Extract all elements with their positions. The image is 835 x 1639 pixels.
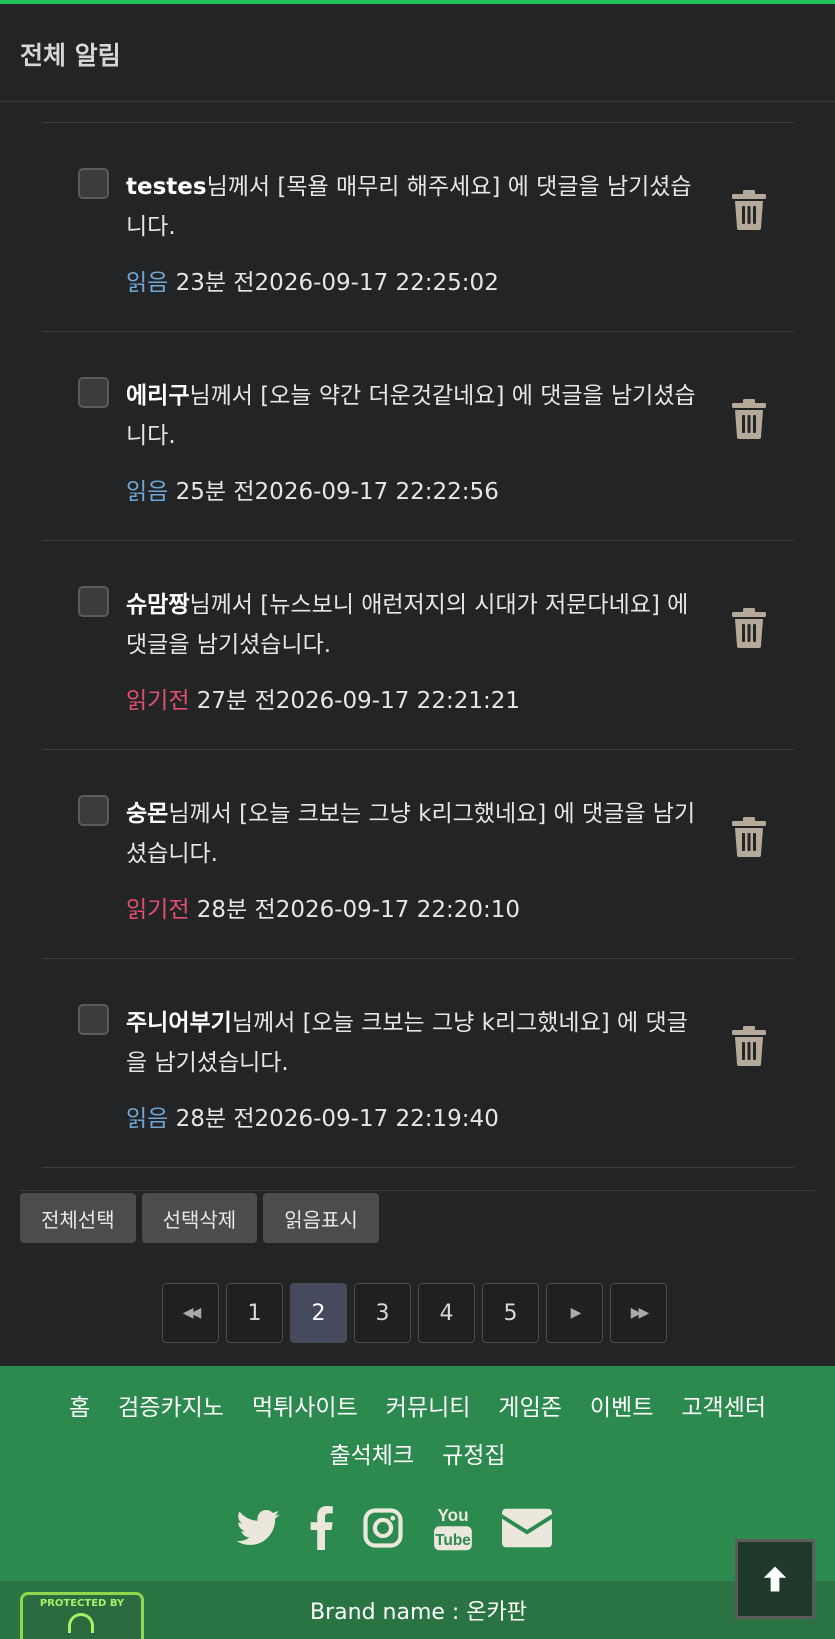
footer-link-rules[interactable]: 규정집 [442, 1443, 505, 1469]
notification-meta: 읽기전 28분 전2026-09-17 22:20:10 [126, 890, 520, 924]
notification-text: 님께서 [오늘 크보는 그냥 k리그했네요] 에 댓글을 남기셨습니다. [126, 801, 696, 867]
footer-link-game-zone[interactable]: 게임존 [498, 1395, 561, 1421]
site-footer: 홈 검증카지노 먹튀사이트 커뮤니티 게임존 이벤트 고객센터 출석체크 규정집 You Tub… [0, 1366, 835, 1639]
footer-link-scam-sites[interactable]: 먹튀사이트 [252, 1395, 358, 1421]
last-page-button[interactable]: ▶▶ [610, 1283, 667, 1343]
right-arrow-icon: ▶ [570, 1305, 582, 1321]
brand-name: Brand name : 온카판 [310, 1600, 528, 1625]
mail-icon[interactable] [502, 1508, 552, 1548]
notification-item: 슈맘짱님께서 [뉴스보니 애런저지의 시대가 저문다네요] 에 댓글을 남기셨습… [42, 541, 794, 750]
trash-icon[interactable] [732, 817, 766, 857]
badge-text: PROTECTED BY [39, 1598, 125, 1609]
page-button[interactable]: 5 [482, 1283, 539, 1343]
trash-icon[interactable] [732, 399, 766, 439]
trash-icon[interactable] [732, 1026, 766, 1066]
datetime: 2026-09-17 22:25:02 [254, 270, 499, 296]
notification-meta: 읽음 25분 전2026-09-17 22:22:56 [126, 472, 499, 506]
notification-checkbox[interactable] [78, 1004, 109, 1035]
time-ago: 28분 전 [175, 1106, 255, 1132]
notification-nick: 슈맘짱 [126, 592, 190, 618]
page-button[interactable]: 4 [418, 1283, 475, 1343]
page-button-current[interactable]: 2 [290, 1283, 347, 1343]
first-page-button[interactable]: ◀◀ [162, 1283, 219, 1343]
trash-icon[interactable] [732, 190, 766, 230]
status-label: 읽음 [126, 479, 169, 505]
mark-read-button[interactable]: 읽음표시 [263, 1193, 379, 1243]
notification-item: 에리구님께서 [오늘 약간 더운것같네요] 에 댓글을 남기셨습니다. 읽음 2… [42, 332, 794, 541]
footer-link-home[interactable]: 홈 [69, 1395, 90, 1421]
notification-meta: 읽음 23분 전2026-09-17 22:25:02 [126, 263, 499, 297]
protected-badge: PROTECTED BY [20, 1592, 144, 1639]
notification-text: 님께서 [목욜 매무리 해주세요] 에 댓글을 남기셨습니다. [126, 174, 692, 240]
notification-checkbox[interactable] [78, 377, 109, 408]
divider [20, 1190, 815, 1191]
status-label: 읽기전 [126, 688, 190, 714]
social-links: You Tube [236, 1504, 552, 1552]
notification-item: 숭몬님께서 [오늘 크보는 그냥 k리그했네요] 에 댓글을 남기셨습니다. 읽… [42, 750, 794, 959]
status-label: 읽음 [126, 270, 169, 296]
notification-item: testes님께서 [목욜 매무리 해주세요] 에 댓글을 남기셨습니다. 읽음… [42, 123, 794, 332]
notification-text: 님께서 [뉴스보니 애런저지의 시대가 저문다네요] 에 댓글을 남기셨습니다. [126, 592, 689, 658]
footer-nav: 홈 검증카지노 먹튀사이트 커뮤니티 게임존 이벤트 고객센터 출석체크 규정집 [0, 1384, 835, 1480]
trash-icon[interactable] [732, 608, 766, 648]
time-ago: 25분 전 [175, 479, 255, 505]
notification-nick: 주니어부기 [126, 1010, 232, 1036]
notification-message[interactable]: 슈맘짱님께서 [뉴스보니 애런저지의 시대가 저문다네요] 에 댓글을 남기셨습… [126, 585, 701, 665]
footer-link-attendance[interactable]: 출석체크 [329, 1443, 414, 1469]
select-all-button[interactable]: 전체선택 [20, 1193, 136, 1243]
page-header: 전체 알림 [0, 4, 835, 102]
notification-nick: testes [126, 174, 207, 200]
footer-link-events[interactable]: 이벤트 [590, 1395, 653, 1421]
svg-text:You: You [437, 1505, 468, 1525]
notification-meta: 읽기전 27분 전2026-09-17 22:21:21 [126, 681, 520, 715]
delete-selected-button[interactable]: 선택삭제 [141, 1193, 258, 1243]
time-ago: 28분 전 [196, 897, 276, 923]
status-label: 읽음 [126, 1106, 169, 1132]
notification-item: 주니어부기님께서 [오늘 크보는 그냥 k리그했네요] 에 댓글을 남기셨습니다… [42, 959, 794, 1168]
page-title: 전체 알림 [20, 41, 121, 70]
datetime: 2026-09-17 22:22:56 [254, 479, 499, 505]
notification-meta: 읽음 28분 전2026-09-17 22:19:40 [126, 1099, 499, 1133]
notification-checkbox[interactable] [78, 586, 109, 617]
youtube-icon[interactable]: You Tube [432, 1504, 474, 1552]
next-page-button[interactable]: ▶ [546, 1283, 603, 1343]
notification-message[interactable]: 주니어부기님께서 [오늘 크보는 그냥 k리그했네요] 에 댓글을 남기셨습니다… [126, 1003, 701, 1083]
svg-text:Tube: Tube [435, 1532, 471, 1549]
facebook-icon[interactable] [308, 1506, 334, 1550]
notification-list: testes님께서 [목욜 매무리 해주세요] 에 댓글을 남기셨습니다. 읽음… [42, 122, 794, 1168]
instagram-icon[interactable] [362, 1507, 404, 1549]
lock-icon [68, 1613, 94, 1633]
scroll-to-top-button[interactable] [735, 1539, 815, 1619]
notification-text: 님께서 [오늘 약간 더운것같네요] 에 댓글을 남기셨습니다. [126, 383, 696, 449]
notification-message[interactable]: 에리구님께서 [오늘 약간 더운것같네요] 에 댓글을 남기셨습니다. [126, 376, 701, 456]
time-ago: 23분 전 [175, 270, 255, 296]
notification-message[interactable]: 숭몬님께서 [오늘 크보는 그냥 k리그했네요] 에 댓글을 남기셨습니다. [126, 794, 701, 874]
notification-message[interactable]: testes님께서 [목욜 매무리 해주세요] 에 댓글을 남기셨습니다. [126, 167, 701, 247]
notification-checkbox[interactable] [78, 795, 109, 826]
double-right-arrow-icon: ▶▶ [630, 1305, 649, 1321]
action-bar: 전체선택 선택삭제 읽음표시 [20, 1193, 379, 1243]
datetime: 2026-09-17 22:20:10 [275, 897, 520, 923]
notification-checkbox[interactable] [78, 168, 109, 199]
datetime: 2026-09-17 22:21:21 [275, 688, 520, 714]
datetime: 2026-09-17 22:19:40 [254, 1106, 499, 1132]
pagination: ◀◀ 1 2 3 4 5 ▶ ▶▶ [162, 1283, 667, 1343]
page-button[interactable]: 1 [226, 1283, 283, 1343]
footer-link-support[interactable]: 고객센터 [681, 1395, 766, 1421]
footer-link-verified-casino[interactable]: 검증카지노 [118, 1395, 224, 1421]
arrow-up-icon [763, 1566, 787, 1592]
time-ago: 27분 전 [196, 688, 276, 714]
page-button[interactable]: 3 [354, 1283, 411, 1343]
footer-link-community[interactable]: 커뮤니티 [386, 1395, 471, 1421]
notification-nick: 숭몬 [126, 801, 169, 827]
notification-nick: 에리구 [126, 383, 190, 409]
double-left-arrow-icon: ◀◀ [182, 1305, 201, 1321]
status-label: 읽기전 [126, 897, 190, 923]
twitter-icon[interactable] [236, 1510, 280, 1546]
